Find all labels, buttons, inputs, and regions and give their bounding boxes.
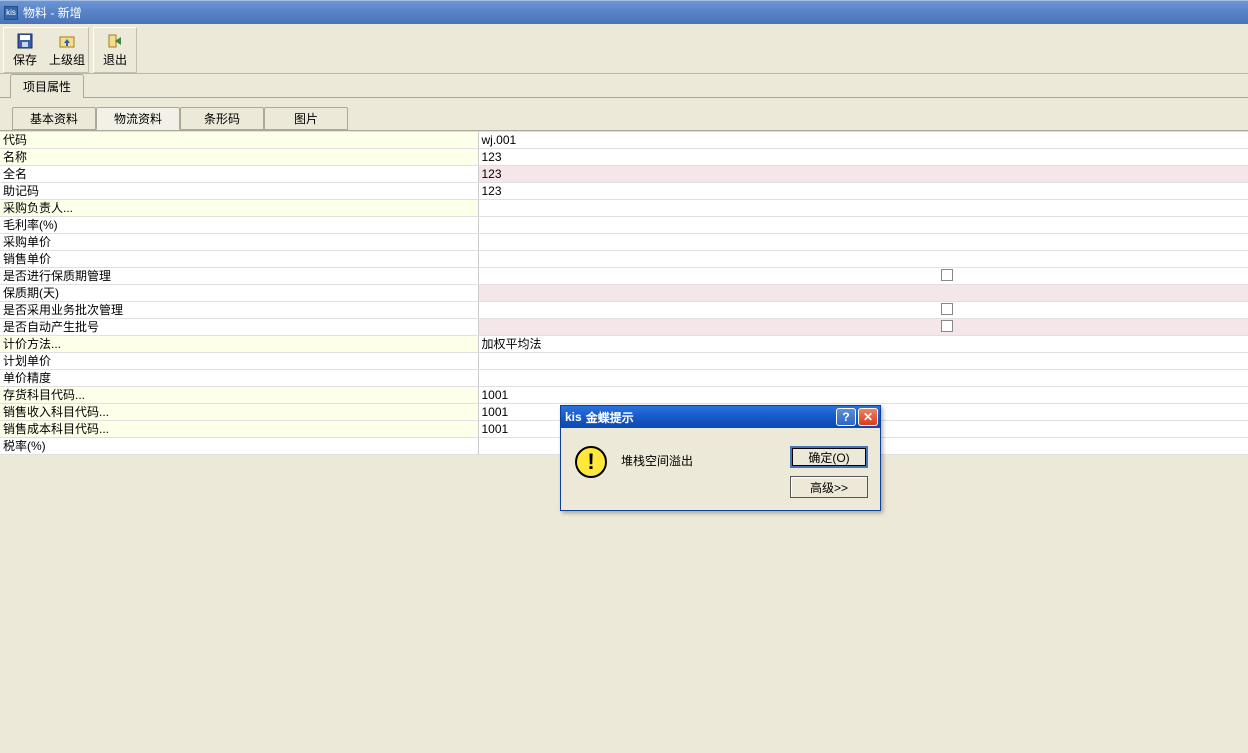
- grid-row-label: 采购单价: [0, 234, 478, 251]
- save-button[interactable]: 保存: [4, 28, 46, 72]
- grid-row[interactable]: 计价方法...加权平均法: [0, 336, 1248, 353]
- grid-row-value[interactable]: wj.001: [478, 132, 1248, 149]
- grid-row-label: 名称: [0, 149, 478, 166]
- grid-row[interactable]: 采购负责人...: [0, 200, 1248, 217]
- grid-row-value[interactable]: [478, 200, 1248, 217]
- grid-row-value[interactable]: [478, 234, 1248, 251]
- grid-row[interactable]: 毛利率(%): [0, 217, 1248, 234]
- grid-row-label: 单价精度: [0, 370, 478, 387]
- grid-row[interactable]: 采购单价: [0, 234, 1248, 251]
- grid-row-label: 助记码: [0, 183, 478, 200]
- grid-row-value[interactable]: 123: [478, 183, 1248, 200]
- advanced-button[interactable]: 高级>>: [790, 476, 868, 498]
- exit-button[interactable]: 退出: [94, 28, 136, 72]
- grid-row-value[interactable]: [478, 251, 1248, 268]
- folder-up-icon: [59, 33, 75, 49]
- grid-row-label: 保质期(天): [0, 285, 478, 302]
- grid-row[interactable]: 计划单价: [0, 353, 1248, 370]
- grid-row-value[interactable]: [478, 302, 1248, 319]
- parent-group-button[interactable]: 上级组: [46, 28, 88, 72]
- grid-row-label: 计划单价: [0, 353, 478, 370]
- dialog-title: 金蝶提示: [586, 409, 634, 426]
- checkbox[interactable]: [941, 269, 953, 281]
- grid-row-value[interactable]: [478, 268, 1248, 285]
- save-icon: [17, 33, 33, 49]
- save-label: 保存: [13, 51, 37, 68]
- dialog-titlebar[interactable]: kis 金蝶提示 ? ✕: [561, 406, 880, 428]
- grid-row-label: 采购负责人...: [0, 200, 478, 217]
- tab-logistics[interactable]: 物流资料: [96, 107, 180, 130]
- grid-row-label: 毛利率(%): [0, 217, 478, 234]
- alert-dialog: kis 金蝶提示 ? ✕ ! 堆栈空间溢出 确定(O) 高级>>: [560, 405, 881, 511]
- dialog-message: 堆栈空间溢出: [621, 452, 693, 469]
- exit-icon: [107, 33, 123, 49]
- tab-project-attr[interactable]: 项目属性: [10, 74, 84, 98]
- dialog-app-icon: kis: [565, 410, 582, 424]
- ok-button[interactable]: 确定(O): [790, 446, 868, 468]
- grid-row-value[interactable]: [478, 353, 1248, 370]
- grid-row-label: 计价方法...: [0, 336, 478, 353]
- exit-label: 退出: [103, 51, 127, 68]
- toolbar-group-1: 保存 上级组: [3, 27, 89, 73]
- tab-basic[interactable]: 基本资料: [12, 107, 96, 130]
- grid-row[interactable]: 全名123: [0, 166, 1248, 183]
- parent-group-label: 上级组: [49, 51, 85, 68]
- grid-row-label: 销售成本科目代码...: [0, 421, 478, 438]
- app-icon: kis: [4, 6, 18, 20]
- grid-row[interactable]: 保质期(天): [0, 285, 1248, 302]
- grid-row[interactable]: 是否采用业务批次管理: [0, 302, 1248, 319]
- grid-row-value[interactable]: 123: [478, 166, 1248, 183]
- grid-row-value[interactable]: 加权平均法: [478, 336, 1248, 353]
- dialog-close-button[interactable]: ✕: [858, 408, 878, 426]
- grid-row-value[interactable]: [478, 370, 1248, 387]
- checkbox[interactable]: [941, 303, 953, 315]
- main-tabbar: 基本资料 物流资料 条形码 图片: [0, 108, 1248, 130]
- grid-row[interactable]: 是否进行保质期管理: [0, 268, 1248, 285]
- checkbox[interactable]: [941, 320, 953, 332]
- warning-icon: !: [575, 446, 607, 478]
- grid-row-label: 代码: [0, 132, 478, 149]
- tab-image[interactable]: 图片: [264, 107, 348, 130]
- grid-row-label: 全名: [0, 166, 478, 183]
- grid-row[interactable]: 助记码123: [0, 183, 1248, 200]
- grid-row-label: 是否进行保质期管理: [0, 268, 478, 285]
- grid-row-value[interactable]: 1001: [478, 387, 1248, 404]
- dialog-help-button[interactable]: ?: [836, 408, 856, 426]
- window-title: 物料 - 新增: [23, 4, 82, 21]
- toolbar-group-2: 退出: [93, 27, 137, 73]
- grid-row-value[interactable]: [478, 319, 1248, 336]
- window-titlebar: kis 物料 - 新增: [0, 0, 1248, 24]
- grid-row[interactable]: 代码wj.001: [0, 132, 1248, 149]
- grid-row-label: 是否采用业务批次管理: [0, 302, 478, 319]
- section-tabbar: 项目属性: [0, 74, 1248, 98]
- toolbar: 保存 上级组 退出: [0, 24, 1248, 74]
- grid-row[interactable]: 销售单价: [0, 251, 1248, 268]
- grid-row-label: 销售单价: [0, 251, 478, 268]
- grid-row-value[interactable]: [478, 285, 1248, 302]
- grid-row-label: 存货科目代码...: [0, 387, 478, 404]
- grid-row-label: 是否自动产生批号: [0, 319, 478, 336]
- grid-row-label: 税率(%): [0, 438, 478, 455]
- grid-row[interactable]: 存货科目代码...1001: [0, 387, 1248, 404]
- grid-row[interactable]: 单价精度: [0, 370, 1248, 387]
- grid-row[interactable]: 名称123: [0, 149, 1248, 166]
- grid-row[interactable]: 是否自动产生批号: [0, 319, 1248, 336]
- grid-row-value[interactable]: 123: [478, 149, 1248, 166]
- tab-barcode[interactable]: 条形码: [180, 107, 264, 130]
- grid-row-label: 销售收入科目代码...: [0, 404, 478, 421]
- grid-row-value[interactable]: [478, 217, 1248, 234]
